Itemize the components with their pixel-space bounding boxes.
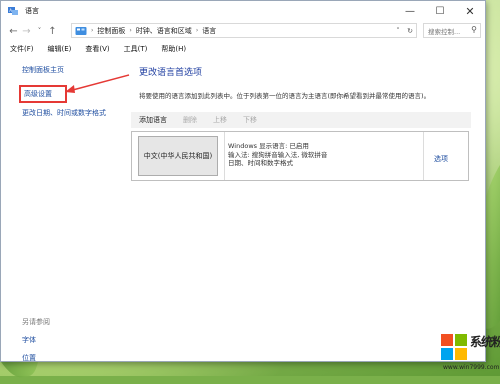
location-link[interactable]: 位置 bbox=[22, 353, 50, 363]
maximize-button[interactable]: ☐ bbox=[425, 1, 455, 21]
address-bar-actions: ˅ ↻ bbox=[392, 24, 416, 37]
menu-help[interactable]: 帮助(H) bbox=[161, 44, 186, 54]
language-name-button[interactable]: 中文(中华人民共和国) bbox=[138, 136, 218, 176]
logo-tile bbox=[441, 334, 453, 346]
close-button[interactable]: ✕ bbox=[455, 1, 485, 21]
address-dropdown-chevron-icon[interactable]: ˅ bbox=[392, 27, 404, 35]
breadcrumb-language[interactable]: 语言 bbox=[202, 26, 216, 36]
recent-locations-chevron-icon[interactable]: ˅ bbox=[33, 27, 46, 35]
breadcrumb-separator: › bbox=[91, 27, 94, 34]
search-icon: ⚲ bbox=[471, 25, 477, 34]
menu-tools[interactable]: 工具(T) bbox=[124, 44, 148, 54]
watermark-text: 系统粉 bbox=[470, 335, 500, 349]
menu-view[interactable]: 查看(V) bbox=[85, 44, 109, 54]
advanced-settings-link[interactable]: 高级设置 bbox=[19, 85, 67, 103]
move-up-button[interactable]: 上移 bbox=[213, 115, 227, 125]
format-info: 日期、时间和数字格式 bbox=[228, 159, 293, 167]
back-arrow-icon[interactable]: ← bbox=[7, 26, 20, 37]
language-window: A 语言 — ☐ ✕ ← → ˅ ↑ › 控制面板 › 时钟、语言和区域 › 语… bbox=[0, 0, 486, 362]
display-language-status: Windows 显示语言: 已启用 bbox=[228, 142, 309, 150]
address-bar[interactable]: › 控制面板 › 时钟、语言和区域 › 语言 ˅ ↻ bbox=[71, 23, 417, 38]
search-placeholder: 搜索控制... bbox=[428, 27, 461, 36]
windows-logo-icon bbox=[441, 334, 467, 360]
logo-tile bbox=[455, 348, 467, 360]
control-panel-icon bbox=[75, 26, 87, 35]
logo-tile bbox=[455, 334, 467, 346]
main-content: 更改语言首选项 将要使用的语言添加到此列表中。位于列表第一位的语言为主语言(即你… bbox=[139, 65, 479, 100]
window-controls: — ☐ ✕ bbox=[395, 1, 485, 21]
input-method-info: 输入法: 搜狗拼音输入法, 微软拼音 bbox=[228, 150, 328, 159]
breadcrumb-separator: › bbox=[129, 27, 132, 34]
title-bar[interactable]: A 语言 — ☐ ✕ bbox=[1, 1, 485, 21]
change-date-time-number-format-link[interactable]: 更改日期、时间或数字格式 bbox=[22, 108, 122, 118]
watermark: 系统粉 www.win7999.com bbox=[441, 330, 500, 374]
menu-file[interactable]: 文件(F) bbox=[10, 44, 34, 54]
language-list-row[interactable]: 中文(中华人民共和国) Windows 显示语言: 已启用 输入法: 搜狗拼音输… bbox=[131, 131, 469, 181]
annotation-arrow-icon bbox=[65, 74, 130, 93]
remove-language-button[interactable]: 删除 bbox=[183, 115, 197, 125]
see-also-heading: 另请参阅 bbox=[22, 318, 50, 326]
logo-tile bbox=[441, 348, 453, 360]
window-title: 语言 bbox=[25, 7, 39, 15]
address-row: ← → ˅ ↑ › 控制面板 › 时钟、语言和区域 › 语言 ˅ ↻ 搜索控制.… bbox=[1, 21, 485, 41]
minimize-button[interactable]: — bbox=[395, 1, 425, 21]
page-title: 更改语言首选项 bbox=[139, 68, 203, 78]
page-description: 将要使用的语言添加到此列表中。位于列表第一位的语言为主语言(即你希望看到并最常使… bbox=[139, 92, 431, 100]
menu-bar: 文件(F) 编辑(E) 查看(V) 工具(T) 帮助(H) bbox=[1, 41, 485, 57]
move-down-button[interactable]: 下移 bbox=[243, 115, 257, 125]
column-divider bbox=[224, 132, 225, 180]
language-toolbar: 添加语言 删除 上移 下移 bbox=[131, 112, 471, 128]
language-options-link[interactable]: 选项 bbox=[434, 154, 448, 164]
svg-text:A: A bbox=[9, 8, 12, 13]
breadcrumb-clock-language-region[interactable]: 时钟、语言和区域 bbox=[136, 26, 192, 36]
see-also-section: 另请参阅 字体 位置 bbox=[22, 317, 50, 371]
search-input[interactable]: 搜索控制... ⚲ bbox=[423, 23, 481, 38]
language-globe-icon: A bbox=[8, 7, 18, 15]
breadcrumb-control-panel[interactable]: 控制面板 bbox=[97, 26, 125, 36]
menu-edit[interactable]: 编辑(E) bbox=[48, 44, 72, 54]
fonts-link[interactable]: 字体 bbox=[22, 335, 50, 345]
forward-arrow-icon[interactable]: → bbox=[20, 26, 33, 37]
breadcrumb-separator: › bbox=[195, 27, 199, 34]
refresh-icon[interactable]: ↻ bbox=[404, 27, 416, 35]
up-arrow-icon[interactable]: ↑ bbox=[46, 26, 59, 37]
watermark-url: www.win7999.com bbox=[443, 364, 500, 371]
language-info: Windows 显示语言: 已启用 输入法: 搜狗拼音输入法, 微软拼音 日期、… bbox=[228, 142, 327, 168]
column-divider bbox=[423, 132, 424, 180]
add-language-button[interactable]: 添加语言 bbox=[139, 115, 167, 125]
